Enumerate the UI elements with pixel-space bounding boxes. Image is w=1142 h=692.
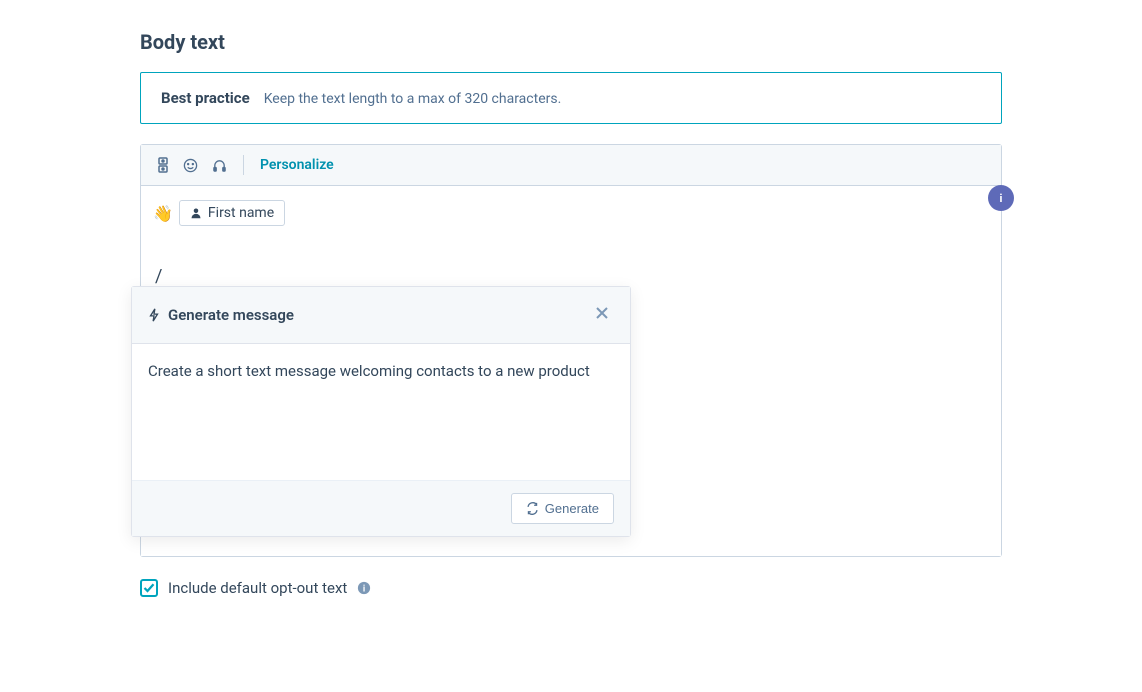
- editor-toolbar: Personalize: [141, 145, 1001, 186]
- svg-text:i: i: [363, 585, 365, 595]
- best-practice-label: Best practice: [161, 89, 250, 107]
- emoji-icon[interactable]: [183, 158, 198, 173]
- help-icon[interactable]: i: [357, 581, 371, 595]
- slash-command-text: /: [153, 266, 989, 287]
- toolbar-divider: [243, 155, 244, 175]
- prompt-input[interactable]: [148, 360, 614, 460]
- opt-out-label: Include default opt-out text: [168, 579, 347, 597]
- opt-out-row: Include default opt-out text i: [140, 579, 1002, 597]
- popup-body: [132, 344, 630, 480]
- body-text-heading: Body text: [140, 30, 1002, 54]
- refresh-icon: [526, 502, 539, 515]
- popup-title: Generate message: [148, 306, 294, 324]
- popup-footer: Generate: [132, 480, 630, 536]
- headphones-icon[interactable]: [212, 158, 227, 173]
- token-label: First name: [208, 205, 274, 221]
- editor-container: Personalize 👋 First name / Generate mess…: [140, 144, 1002, 557]
- wave-emoji: 👋: [153, 204, 173, 223]
- opt-out-checkbox[interactable]: [140, 579, 158, 597]
- editor-content-row: 👋 First name: [153, 200, 989, 226]
- lightning-icon: [148, 308, 160, 322]
- personalize-link[interactable]: Personalize: [260, 157, 334, 173]
- best-practice-text: Keep the text length to a max of 320 cha…: [264, 91, 562, 107]
- firstname-token[interactable]: First name: [179, 200, 285, 226]
- check-icon: [143, 582, 155, 594]
- video-icon[interactable]: [157, 157, 169, 173]
- popup-header: Generate message: [132, 287, 630, 344]
- generate-message-popup: Generate message Generate: [131, 286, 631, 537]
- close-icon[interactable]: [590, 301, 614, 329]
- best-practice-callout: Best practice Keep the text length to a …: [140, 72, 1002, 124]
- contact-icon: [190, 207, 202, 219]
- generate-button[interactable]: Generate: [511, 493, 614, 524]
- info-badge[interactable]: i: [988, 185, 1014, 211]
- editor-body[interactable]: 👋 First name / Generate message: [141, 186, 1001, 556]
